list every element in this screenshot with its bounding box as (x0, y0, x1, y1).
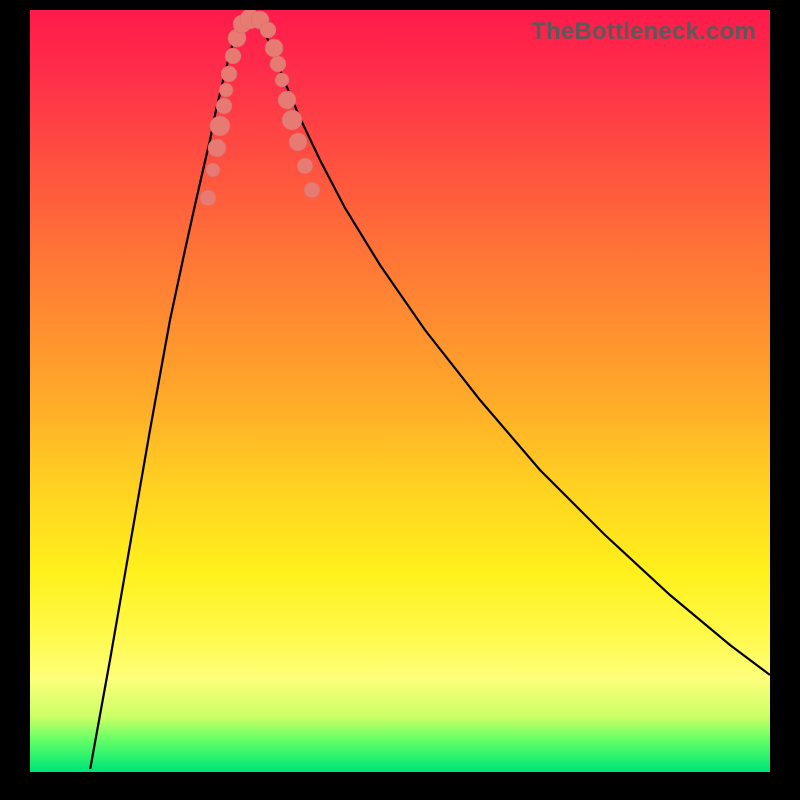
data-marker (206, 163, 220, 177)
chart-frame: TheBottleneck.com (30, 10, 770, 770)
data-marker (210, 116, 230, 136)
data-marker (289, 133, 307, 151)
data-marker (265, 39, 283, 57)
data-marker (200, 190, 216, 206)
data-marker (260, 22, 276, 38)
data-markers (200, 10, 320, 206)
data-marker (275, 73, 289, 87)
data-marker (270, 56, 286, 72)
data-marker (225, 48, 241, 64)
bottleneck-chart (30, 10, 770, 770)
data-marker (208, 139, 226, 157)
data-marker (216, 98, 232, 114)
data-marker (304, 182, 320, 198)
data-marker (282, 110, 302, 130)
data-marker (221, 66, 237, 82)
data-marker (219, 83, 233, 97)
data-marker (297, 158, 313, 174)
data-marker (278, 91, 296, 109)
curve-left (90, 25, 238, 770)
green-baseline (30, 769, 770, 772)
curve-right (262, 25, 770, 675)
